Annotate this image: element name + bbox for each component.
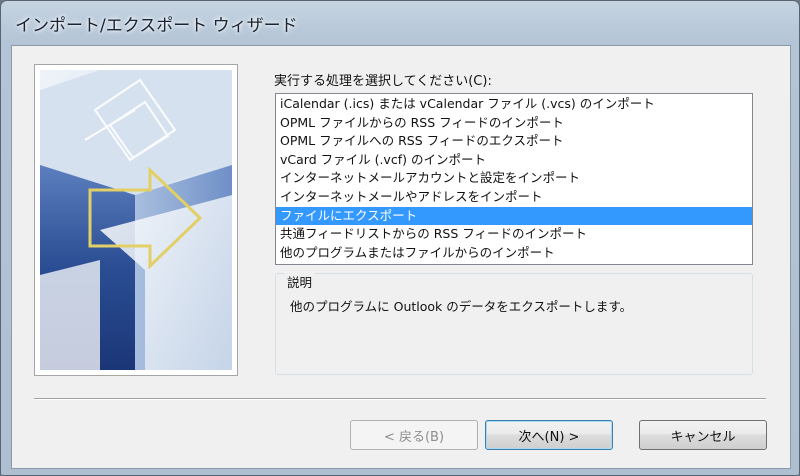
list-item[interactable]: インターネットメールやアドレスをインポート — [276, 188, 752, 207]
back-button[interactable]: < 戻る(B) — [350, 420, 478, 450]
list-item[interactable]: OPML ファイルからの RSS フィードのインポート — [276, 114, 752, 133]
button-separator — [34, 398, 766, 400]
list-item[interactable]: 他のプログラムまたはファイルからのインポート — [276, 244, 752, 263]
wizard-window: インポート/エクスポート ウィザード 実行する処理を選択してください(C): i… — [0, 0, 800, 476]
list-item[interactable]: インターネットメールアカウントと設定をインポート — [276, 169, 752, 188]
wizard-content: 実行する処理を選択してください(C): iCalendar (.ics) または… — [11, 45, 791, 469]
list-item[interactable]: OPML ファイルへの RSS フィードのエクスポート — [276, 132, 752, 151]
list-item[interactable]: 共通フィードリストからの RSS フィードのインポート — [276, 225, 752, 244]
next-button[interactable]: 次へ(N) > — [485, 420, 613, 450]
list-item[interactable]: vCard ファイル (.vcf) のインポート — [276, 151, 752, 170]
title-bar[interactable]: インポート/エクスポート ウィザード — [1, 1, 799, 45]
wizard-banner-image — [34, 64, 238, 376]
list-item[interactable]: iCalendar (.ics) または vCalendar ファイル (.vc… — [276, 95, 752, 114]
description-label: 説明 — [284, 272, 316, 291]
action-listbox[interactable]: iCalendar (.ics) または vCalendar ファイル (.vc… — [275, 93, 753, 265]
export-arrow-illustration — [40, 70, 232, 370]
description-groupbox: 説明 他のプログラムに Outlook のデータをエクスポートします。 — [275, 272, 753, 375]
list-item-selected[interactable]: ファイルにエクスポート — [276, 206, 752, 226]
description-text: 他のプログラムに Outlook のデータをエクスポートします。 — [290, 299, 633, 314]
action-prompt-label: 実行する処理を選択してください(C): — [274, 74, 492, 89]
cancel-button[interactable]: キャンセル — [639, 420, 767, 450]
window-title: インポート/エクスポート ウィザード — [15, 16, 298, 36]
